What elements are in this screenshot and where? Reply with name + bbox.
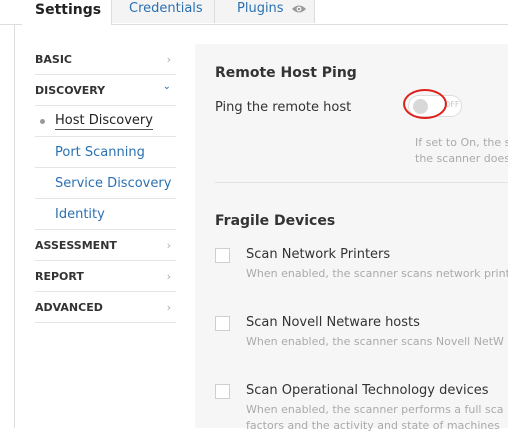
chevron-right-icon: ›: [166, 239, 171, 252]
sidebar-item-assessment[interactable]: ASSESSMENT ›: [35, 230, 176, 261]
checkbox-description: When enabled, the scanner scans network …: [246, 267, 508, 280]
section-divider: [215, 182, 508, 183]
chevron-down-icon: ⌄: [162, 81, 171, 92]
checkbox-description-line2: factors and the activity and state of ma…: [246, 419, 500, 432]
sidebar: BASIC › DISCOVERY ⌄ Host Discovery Port …: [15, 44, 177, 323]
ping-remote-host-label: Ping the remote host: [215, 100, 352, 115]
scan-novell-netware-checkbox[interactable]: [215, 316, 230, 331]
sidebar-subitem-label: Host Discovery: [55, 112, 153, 130]
sidebar-item-label: REPORT: [35, 269, 84, 283]
sidebar-item-advanced[interactable]: ADVANCED ›: [35, 292, 176, 323]
chevron-right-icon: ›: [166, 53, 171, 66]
tab-plugins[interactable]: Plugins: [215, 0, 315, 23]
settings-panel: Remote Host Ping Ping the remote host OF…: [195, 44, 508, 432]
eye-icon[interactable]: [291, 4, 307, 14]
sidebar-subitem-host-discovery[interactable]: Host Discovery: [35, 106, 176, 137]
sidebar-item-report[interactable]: REPORT ›: [35, 261, 176, 292]
sidebar-item-basic[interactable]: BASIC ›: [35, 44, 176, 75]
sidebar-subitem-service-discovery[interactable]: Service Discovery: [35, 168, 176, 199]
scan-operational-technology-checkbox[interactable]: [215, 384, 230, 399]
sidebar-item-label: BASIC: [35, 52, 72, 66]
sidebar-subitem-identity[interactable]: Identity: [35, 199, 176, 230]
tab-credentials[interactable]: Credentials: [112, 0, 215, 23]
sidebar-subitem-label: Service Discovery: [55, 175, 172, 191]
checkbox-description: When enabled, the scanner scans Novell N…: [246, 335, 504, 348]
active-bullet-icon: [40, 119, 45, 124]
section-title-fragile-devices: Fragile Devices: [215, 213, 336, 229]
sidebar-item-label: DISCOVERY: [35, 83, 106, 97]
highlight-circle: [403, 89, 447, 119]
scan-network-printers-checkbox[interactable]: [215, 248, 230, 263]
checkbox-description: When enabled, the scanner performs a ful…: [246, 403, 504, 416]
checkbox-label: Scan Operational Technology devices: [246, 383, 489, 398]
chevron-right-icon: ›: [166, 301, 171, 314]
ping-help-text-line2: the scanner does: [415, 152, 508, 165]
checkbox-label: Scan Novell Netware hosts: [246, 315, 420, 330]
tab-bar: Settings Credentials Plugins: [0, 0, 508, 25]
sidebar-subitem-label: Port Scanning: [55, 144, 145, 160]
checkbox-label: Scan Network Printers: [246, 247, 391, 262]
sidebar-item-label: ADVANCED: [35, 300, 103, 314]
tab-settings[interactable]: Settings: [22, 0, 112, 25]
ping-help-text-line1: If set to On, the s: [415, 136, 508, 149]
chevron-right-icon: ›: [166, 270, 171, 283]
sidebar-subitem-label: Identity: [55, 206, 105, 222]
sidebar-item-label: ASSESSMENT: [35, 238, 117, 252]
tab-plugins-label: Plugins: [237, 1, 284, 16]
sidebar-item-discovery[interactable]: DISCOVERY ⌄: [35, 75, 176, 106]
sidebar-subitem-port-scanning[interactable]: Port Scanning: [35, 137, 176, 168]
section-title-remote-host-ping: Remote Host Ping: [215, 65, 357, 81]
